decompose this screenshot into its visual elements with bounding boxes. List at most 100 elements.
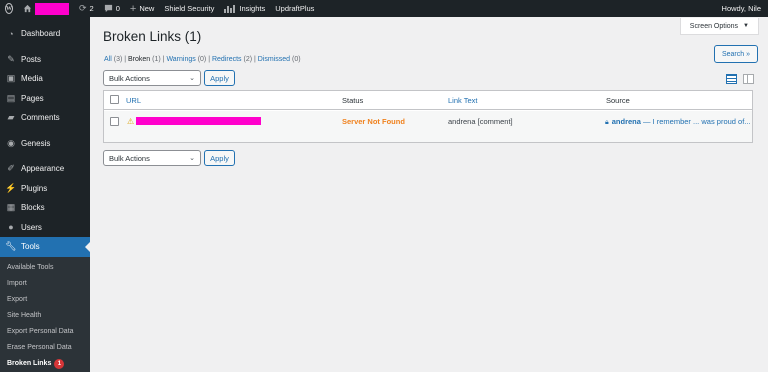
view-redirects-link[interactable]: Redirects bbox=[212, 56, 242, 63]
updates-link[interactable]: ⟳ 2 bbox=[74, 0, 99, 17]
redacted-site-name bbox=[35, 2, 69, 15]
chevron-down-icon: ⌄ bbox=[189, 75, 195, 82]
menu-plugins[interactable]: ⚡ Plugins bbox=[0, 179, 90, 199]
menu-label: Blocks bbox=[21, 203, 45, 213]
submenu-import[interactable]: Import bbox=[0, 276, 90, 292]
updates-count: 2 bbox=[89, 4, 94, 13]
view-broken-current[interactable]: Broken bbox=[128, 56, 150, 63]
updates-icon: ⟳ bbox=[79, 3, 87, 13]
brush-icon: ✐ bbox=[7, 163, 15, 174]
bulk-actions-select-bottom[interactable]: Bulk Actions ⌄ bbox=[103, 150, 201, 166]
view-dismissed-count: (0) bbox=[292, 56, 301, 63]
menu-posts[interactable]: ✎ Posts bbox=[0, 50, 90, 70]
lock-icon: 🔒︎ bbox=[605, 119, 609, 126]
apply-button-top[interactable]: Apply bbox=[204, 70, 235, 86]
menu-pages[interactable]: ▤ Pages bbox=[0, 89, 90, 109]
howdy-text: Howdy, Nile bbox=[721, 4, 761, 13]
admin-sidebar: ◔ Dashboard ✎ Posts ▣ Media ▤ Pages ▰ Co… bbox=[0, 17, 90, 372]
submenu-label: Broken Links bbox=[7, 360, 52, 367]
view-mode-switcher bbox=[726, 74, 754, 84]
table-row: ⚠ Server Not Found andrena [comment] 🔒︎ a… bbox=[104, 111, 752, 142]
link-status: Server Not Found bbox=[342, 117, 405, 126]
new-content-link[interactable]: + New bbox=[125, 0, 159, 17]
submenu-export[interactable]: Export bbox=[0, 292, 90, 308]
column-header-link-text[interactable]: Link Text bbox=[448, 96, 477, 105]
excerpt-view-icon[interactable] bbox=[743, 74, 754, 84]
pages-icon: ▤ bbox=[6, 92, 16, 103]
menu-tools[interactable]: 🔧︎ Tools bbox=[0, 237, 90, 257]
wrench-icon: 🔧︎ bbox=[5, 241, 17, 252]
shield-security-link[interactable]: Shield Security bbox=[159, 0, 219, 17]
pin-icon: ✎ bbox=[7, 53, 15, 64]
bulk-actions-value: Bulk Actions bbox=[109, 73, 150, 83]
submenu-erase-personal-data[interactable]: Erase Personal Data bbox=[0, 340, 90, 356]
submenu-site-health[interactable]: Site Health bbox=[0, 308, 90, 324]
source-author: andrena bbox=[611, 117, 641, 126]
submenu-export-personal-data[interactable]: Export Personal Data bbox=[0, 324, 90, 340]
menu-label: Appearance bbox=[21, 164, 65, 174]
column-header-url[interactable]: URL bbox=[126, 96, 141, 105]
menu-label: Plugins bbox=[21, 183, 48, 193]
comments-link[interactable]: 0 bbox=[99, 0, 125, 17]
menu-label: Users bbox=[21, 222, 42, 232]
redacted-url-link[interactable] bbox=[136, 117, 261, 125]
submenu-broken-links[interactable]: Broken Links 1 bbox=[0, 356, 90, 372]
dashboard-icon: ◔ bbox=[8, 28, 14, 39]
view-all-count: (3) bbox=[113, 56, 123, 63]
menu-media[interactable]: ▣ Media bbox=[0, 69, 90, 89]
bulk-actions-value: Bulk Actions bbox=[109, 153, 150, 163]
search-button[interactable]: Search » bbox=[713, 45, 758, 63]
users-icon: ● bbox=[8, 222, 14, 233]
blocks-icon: ▦ bbox=[6, 202, 16, 213]
view-warnings-count: (0) bbox=[197, 56, 207, 63]
wordpress-logo-icon[interactable]: W bbox=[0, 0, 18, 17]
chevron-down-icon: ⌄ bbox=[189, 155, 195, 162]
new-label: New bbox=[139, 4, 155, 13]
broken-links-count-badge: 1 bbox=[54, 358, 65, 369]
menu-comments[interactable]: ▰ Comments bbox=[0, 108, 90, 128]
view-all-link[interactable]: All bbox=[104, 56, 112, 63]
broken-links-table: URL Status Link Text Source ⚠ Server Not… bbox=[103, 90, 753, 143]
menu-genesis[interactable]: ◉ Genesis bbox=[0, 134, 90, 154]
insights-link[interactable]: Insights bbox=[219, 0, 270, 17]
view-warnings-link[interactable]: Warnings bbox=[166, 56, 195, 63]
select-all-checkbox[interactable] bbox=[110, 95, 119, 104]
view-redirects-count: (2) bbox=[243, 56, 253, 63]
column-header-source: Source bbox=[606, 96, 630, 105]
menu-users[interactable]: ● Users bbox=[0, 218, 90, 238]
menu-label: Media bbox=[21, 74, 43, 84]
updraftplus-label: UpdraftPlus bbox=[275, 4, 315, 13]
screen-options-button[interactable]: Screen Options ▼ bbox=[679, 18, 759, 35]
link-text-cell: andrena [comment] bbox=[448, 117, 513, 126]
list-view-icon[interactable] bbox=[726, 74, 737, 84]
menu-label: Dashboard bbox=[21, 29, 61, 39]
comment-icon: ▰ bbox=[7, 112, 15, 123]
comments-count: 0 bbox=[115, 4, 120, 13]
updraftplus-link[interactable]: UpdraftPlus bbox=[270, 0, 319, 17]
menu-dashboard[interactable]: ◔ Dashboard bbox=[0, 24, 90, 44]
plugin-icon: ⚡ bbox=[5, 182, 17, 193]
screen-options-label: Screen Options bbox=[689, 22, 739, 30]
menu-label: Posts bbox=[21, 54, 42, 64]
insights-label: Insights bbox=[239, 4, 266, 13]
source-link[interactable]: 🔒︎ andrena — I remember ... was proud of.… bbox=[605, 117, 751, 127]
bulk-actions-select-top[interactable]: Bulk Actions ⌄ bbox=[103, 70, 201, 86]
menu-blocks[interactable]: ▦ Blocks bbox=[0, 198, 90, 218]
user-account-menu[interactable]: Howdy, Nile bbox=[717, 0, 768, 17]
apply-button-bottom[interactable]: Apply bbox=[204, 150, 235, 166]
tools-submenu: Available Tools Import Export Site Healt… bbox=[0, 256, 90, 372]
view-broken-count: (1) bbox=[152, 56, 161, 63]
view-dismissed-link[interactable]: Dismissed bbox=[258, 56, 290, 63]
menu-label: Genesis bbox=[21, 138, 51, 148]
media-icon: ▣ bbox=[6, 73, 16, 84]
menu-label: Tools bbox=[21, 242, 40, 252]
main-content: Screen Options ▼ Broken Links (1) All (3… bbox=[90, 17, 768, 372]
menu-label: Pages bbox=[21, 93, 44, 103]
bar-chart-icon bbox=[224, 4, 236, 13]
row-checkbox[interactable] bbox=[110, 117, 119, 126]
admin-bar: W ⟳ 2 0 + New Shield Security Insights U… bbox=[0, 0, 768, 17]
menu-appearance[interactable]: ✐ Appearance bbox=[0, 159, 90, 179]
submenu-available-tools[interactable]: Available Tools bbox=[0, 260, 90, 276]
site-name-link[interactable] bbox=[18, 0, 74, 17]
column-header-status: Status bbox=[342, 96, 364, 105]
